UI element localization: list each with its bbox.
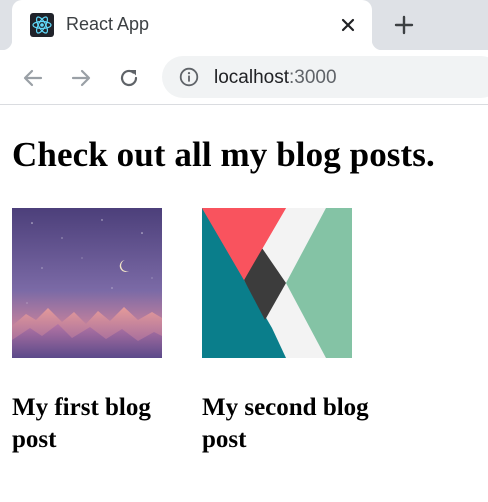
post-title[interactable]: My first blog post (12, 392, 187, 456)
url-host: localhost (214, 67, 289, 88)
plus-icon[interactable] (393, 14, 415, 36)
tab-title: React App (66, 14, 150, 34)
browser-toolbar: localhost:3000 (0, 50, 488, 105)
info-icon[interactable] (179, 67, 199, 87)
address-bar[interactable]: localhost:3000 (162, 56, 488, 98)
back-arrow-icon[interactable] (20, 65, 46, 91)
blog-post-card[interactable]: My second blog post (202, 208, 377, 456)
reload-icon[interactable] (116, 65, 142, 91)
night-mountains-illustration[interactable] (12, 208, 162, 358)
page-content: Check out all my blog posts. My first bl… (0, 105, 488, 502)
react-logo-icon (30, 13, 54, 37)
blog-post-card[interactable]: My first blog post (12, 208, 187, 456)
forward-arrow-icon[interactable] (68, 65, 94, 91)
post-title[interactable]: My second blog post (202, 392, 377, 456)
close-icon[interactable] (338, 15, 358, 35)
url-port: :3000 (289, 67, 337, 88)
page-title: Check out all my blog posts. (12, 135, 435, 174)
browser-tab[interactable]: React App (2, 0, 382, 50)
kotlin-style-logo[interactable] (202, 208, 352, 358)
url-text[interactable]: localhost:3000 (214, 67, 337, 89)
tab-strip: React App (0, 0, 488, 50)
